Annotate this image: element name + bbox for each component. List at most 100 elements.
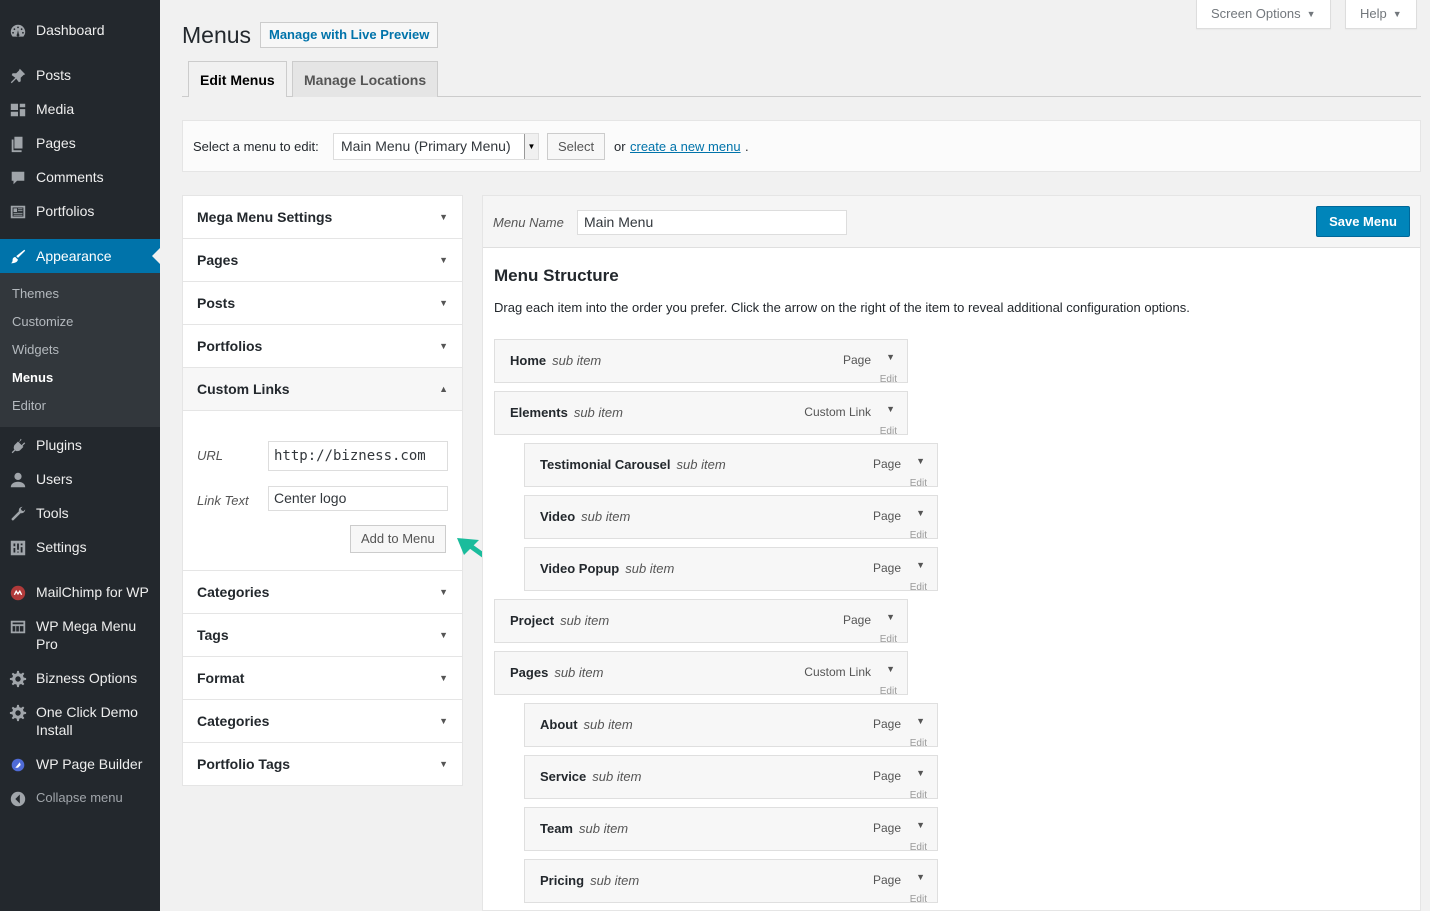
sidebar-item-label: WP Page Builder [36, 756, 143, 772]
expand-arrow-icon[interactable]: ▼ [916, 508, 925, 518]
select-button[interactable]: Select [547, 133, 606, 160]
sidebar-item-label: Media [36, 101, 75, 117]
accordion-posts[interactable]: Posts ▼ [183, 282, 462, 325]
sidebar-item-tools[interactable]: Tools [0, 504, 160, 523]
expand-arrow-icon[interactable]: ▼ [886, 352, 895, 362]
menu-item-label: Testimonial Carousel [540, 457, 671, 472]
menu-item[interactable]: Pricing sub item Page ▼ Edit [524, 859, 938, 903]
menu-item-label: About [540, 717, 578, 732]
menu-item-sub-label: sub item [552, 353, 602, 368]
sidebar-item-comments[interactable]: Comments [0, 168, 160, 187]
menu-item[interactable]: Service sub item Page ▼ Edit [524, 755, 938, 799]
arrow-down-icon: ▼ [439, 673, 448, 683]
sidebar-item-pages[interactable]: Pages [0, 134, 160, 153]
accordion-title: Custom Links [197, 381, 290, 397]
menu-item[interactable]: About sub item Page ▼ Edit [524, 703, 938, 747]
submenu-item-customize[interactable]: Customize [12, 314, 73, 329]
menu-item[interactable]: Elements sub item Custom Link ▼ Edit [494, 391, 908, 435]
menu-item-label: Service [540, 769, 587, 784]
arrow-down-icon: ▼ [439, 759, 448, 769]
submenu-item-themes[interactable]: Themes [12, 286, 59, 301]
expand-arrow-icon[interactable]: ▼ [916, 768, 925, 778]
sidebar-item-wp-page-builder[interactable]: WP Page Builder [0, 755, 160, 774]
sidebar-item-media[interactable]: Media [0, 100, 160, 119]
manage-live-preview-button[interactable]: Manage with Live Preview [260, 22, 439, 48]
menu-item[interactable]: Video Popup sub item Page ▼ Edit [524, 547, 938, 591]
screen-options-button[interactable]: Screen Options ▼ [1196, 0, 1331, 29]
add-to-menu-button[interactable]: Add to Menu [350, 525, 446, 553]
accordion-mega-menu-settings[interactable]: Mega Menu Settings ▼ [183, 196, 462, 239]
collapse-icon [0, 789, 36, 808]
sidebar-item-wp-mega-menu[interactable]: WP Mega Menu Pro [0, 617, 160, 653]
submenu-item-widgets[interactable]: Widgets [12, 342, 59, 357]
sidebar-item-bizness-options[interactable]: Bizness Options [0, 669, 160, 688]
sidebar-item-label: Tools [36, 505, 69, 521]
expand-arrow-icon[interactable]: ▼ [886, 404, 895, 414]
sidebar-item-posts[interactable]: Posts [0, 66, 160, 85]
accordion-tags[interactable]: Tags ▼ [183, 614, 462, 657]
expand-arrow-icon[interactable]: ▼ [916, 872, 925, 882]
sidebar-item-portfolios[interactable]: Portfolios [0, 202, 160, 221]
arrow-down-icon: ▼ [439, 630, 448, 640]
expand-arrow-icon[interactable]: ▼ [916, 820, 925, 830]
sidebar-item-appearance[interactable]: Appearance [0, 239, 160, 273]
menu-item[interactable]: Project sub item Page ▼ Edit [494, 599, 908, 643]
sidebar-item-label: Comments [36, 169, 104, 185]
collapse-menu-button[interactable]: Collapse menu [0, 789, 160, 808]
create-new-menu-link[interactable]: create a new menu [630, 139, 741, 154]
sidebar-item-plugins[interactable]: Plugins [0, 436, 160, 455]
screen-options-label: Screen Options [1211, 6, 1301, 21]
sidebar-item-mailchimp[interactable]: MailChimp for WP [0, 583, 160, 602]
menu-item[interactable]: Home sub item Page ▼ Edit [494, 339, 908, 383]
sidebar-item-label: Posts [36, 67, 72, 83]
caret-down-icon: ▼ [1392, 9, 1402, 19]
sidebar-item-settings[interactable]: Settings [0, 538, 160, 557]
menu-item-label: Video [540, 509, 576, 524]
url-input[interactable]: http://bizness.com [268, 441, 448, 471]
menu-item-title: Service sub item [540, 769, 641, 784]
sidebar-item-users[interactable]: Users [0, 470, 160, 489]
submenu-item-editor[interactable]: Editor [12, 398, 46, 413]
menu-item[interactable]: Pages sub item Custom Link ▼ Edit [494, 651, 908, 695]
accordion-categories-2[interactable]: Categories ▼ [183, 700, 462, 743]
expand-arrow-icon[interactable]: ▼ [886, 664, 895, 674]
edit-link-fragment: Edit [909, 582, 927, 591]
menu-structure-description: Drag each item into the order you prefer… [494, 300, 1190, 315]
tab-manage-locations[interactable]: Manage Locations [292, 61, 439, 97]
menu-select-dropdown[interactable]: Main Menu (Primary Menu) ▼ [333, 133, 539, 160]
expand-arrow-icon[interactable]: ▼ [886, 612, 895, 622]
save-menu-button[interactable]: Save Menu [1316, 206, 1410, 237]
menu-item[interactable]: Team sub item Page ▼ Edit [524, 807, 938, 851]
link-text-input[interactable]: Center logo [268, 486, 448, 511]
help-button[interactable]: Help ▼ [1345, 0, 1417, 29]
arrow-down-icon: ▼ [439, 298, 448, 308]
menu-item-type: Page [872, 717, 901, 731]
accordion-custom-links[interactable]: Custom Links ▲ [183, 368, 462, 411]
accordion-portfolio-tags[interactable]: Portfolio Tags ▼ [183, 743, 462, 786]
comments-icon [0, 168, 36, 187]
expand-arrow-icon[interactable]: ▼ [916, 456, 925, 466]
accordion-pages[interactable]: Pages ▼ [183, 239, 462, 282]
accordion-format[interactable]: Format ▼ [183, 657, 462, 700]
expand-arrow-icon[interactable]: ▼ [916, 716, 925, 726]
menu-item[interactable]: Testimonial Carousel sub item Page ▼ Edit [524, 443, 938, 487]
accordion-categories[interactable]: Categories ▼ [183, 571, 462, 614]
submenu-item-menus[interactable]: Menus [12, 370, 53, 385]
dropdown-arrow-icon: ▼ [524, 134, 538, 159]
menu-item-title: Elements sub item [510, 405, 623, 420]
accordion-portfolios[interactable]: Portfolios ▼ [183, 325, 462, 368]
expand-arrow-icon[interactable]: ▼ [916, 560, 925, 570]
tab-edit-menus[interactable]: Edit Menus [188, 61, 287, 97]
menu-item-title: Video sub item [540, 509, 630, 524]
accordion-title: Categories [197, 584, 270, 600]
paintbrush-icon [0, 247, 36, 266]
menu-item-title: Project sub item [510, 613, 609, 628]
menu-item-title: Pages sub item [510, 665, 603, 680]
menu-name-input[interactable]: Main Menu [577, 210, 847, 235]
menu-item-sub-label: sub item [573, 405, 623, 420]
sidebar-item-one-click-demo[interactable]: One Click Demo Install [0, 703, 160, 739]
menu-item-title: Pricing sub item [540, 873, 639, 888]
accordion-title: Posts [197, 295, 236, 311]
sidebar-item-dashboard[interactable]: Dashboard [0, 21, 160, 40]
menu-item[interactable]: Video sub item Page ▼ Edit [524, 495, 938, 539]
